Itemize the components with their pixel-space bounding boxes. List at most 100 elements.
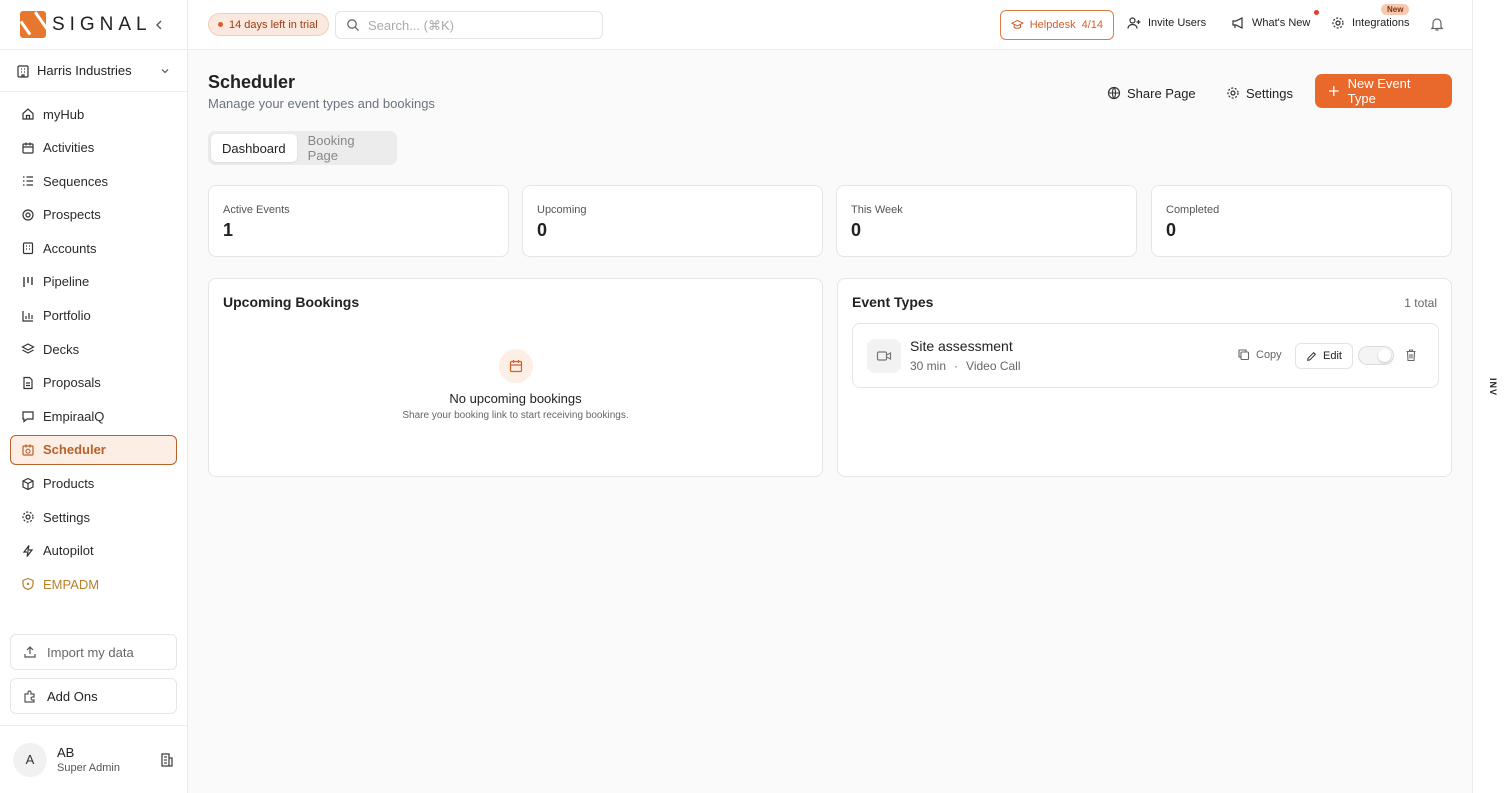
new-badge: New: [1381, 4, 1410, 15]
sidebar-item-empiraalq[interactable]: EmpiraalQ: [10, 401, 177, 431]
sidebar-item-label: Proposals: [43, 375, 101, 391]
trial-text: 14 days left in trial: [229, 18, 318, 31]
side-tab[interactable]: INV: [1488, 378, 1498, 396]
event-meta: 30 min · Video Call: [910, 359, 1021, 373]
user-meta: AB Super Admin: [57, 745, 120, 774]
building-icon: [17, 64, 29, 78]
share-page-button[interactable]: Share Page: [1107, 78, 1196, 108]
event-types-panel: Event Types 1 total Site assessment 30 m…: [837, 278, 1452, 477]
plus-icon: [1328, 86, 1339, 96]
event-type-card[interactable]: Site assessment 30 min · Video Call Copy…: [852, 323, 1439, 388]
sidebar-item-activities[interactable]: Activities: [10, 133, 177, 163]
sidebar-item-products[interactable]: Products: [10, 469, 177, 499]
search-icon: [347, 19, 359, 31]
package-icon: [22, 477, 34, 490]
edit-label: Edit: [1323, 350, 1342, 362]
helpdesk-label: Helpdesk: [1029, 19, 1076, 31]
toggle-knob: [1378, 349, 1391, 362]
sidebar-item-label: Activities: [43, 140, 95, 156]
sidebar-item-sequences[interactable]: Sequences: [10, 166, 177, 196]
user-profile[interactable]: A AB Super Admin: [0, 725, 188, 793]
pencil-icon: [1307, 351, 1316, 361]
sidebar-item-label: Settings: [43, 509, 90, 525]
right-side-strip: INV: [1472, 0, 1512, 793]
sidebar-item-pipeline[interactable]: Pipeline: [10, 267, 177, 297]
sidebar-item-myhub[interactable]: myHub: [10, 99, 177, 129]
search-input[interactable]: [368, 17, 588, 33]
event-active-toggle[interactable]: [1358, 346, 1394, 365]
edit-event-button[interactable]: Edit: [1295, 343, 1353, 369]
sidebar-item-label: Sequences: [43, 173, 109, 189]
copy-link-button[interactable]: Copy: [1237, 348, 1282, 361]
workspace-icon[interactable]: [159, 752, 175, 768]
trial-badge[interactable]: 14 days left in trial: [208, 13, 329, 36]
sidebar-item-label: Portfolio: [43, 308, 91, 324]
stat-value: 0: [1166, 220, 1177, 240]
sidebar-item-portfolio[interactable]: Portfolio: [10, 301, 177, 331]
sidebar-item-empadm[interactable]: EMPADM: [10, 569, 177, 599]
sidebar-item-autopilot[interactable]: Autopilot: [10, 536, 177, 566]
sidebar-item-decks[interactable]: Decks: [10, 334, 177, 364]
puzzle-icon: [24, 690, 35, 703]
helpdesk-count: 4/14: [1081, 19, 1103, 31]
sidebar-item-scheduler[interactable]: Scheduler: [10, 434, 177, 465]
panel-title: Upcoming Bookings: [223, 294, 360, 310]
stat-value: 1: [223, 220, 234, 240]
import-data-button[interactable]: Import my data: [10, 634, 177, 670]
megaphone-icon: [1232, 17, 1243, 29]
upcoming-bookings-panel: Upcoming Bookings No upcoming bookings S…: [208, 278, 823, 477]
video-icon: [867, 339, 901, 373]
upload-icon: [24, 646, 36, 658]
globe-icon: [1107, 86, 1121, 100]
tab-dashboard[interactable]: Dashboard: [211, 134, 297, 162]
stat-value: 0: [537, 220, 548, 240]
stat-label: This Week: [851, 204, 903, 216]
bar-chart-icon: [22, 310, 33, 322]
sidebar-nav: myHub Activities Sequences Prospects Acc…: [0, 92, 187, 599]
stat-value: 0: [851, 220, 862, 240]
signal-logo-icon: [20, 11, 46, 38]
stat-card-this-week: This Week 0: [836, 185, 1137, 257]
event-meta-separator: ·: [954, 359, 959, 373]
new-event-type-label: New Event Type: [1347, 76, 1411, 106]
gear-icon: [22, 511, 34, 523]
calendar-icon: [499, 349, 533, 383]
stat-card-completed: Completed 0: [1151, 185, 1452, 257]
sidebar-item-label: EmpiraalQ: [43, 408, 105, 424]
sidebar-item-label: Products: [43, 476, 95, 492]
user-plus-icon: [1127, 17, 1141, 29]
trial-dot-icon: [218, 22, 223, 27]
sidebar-item-label: Accounts: [43, 240, 97, 256]
home-icon: [22, 108, 34, 120]
page-subtitle: Manage your event types and bookings: [208, 96, 435, 111]
trash-icon[interactable]: [1404, 348, 1418, 362]
notification-dot-icon: [1314, 10, 1319, 15]
user-role: Super Admin: [57, 762, 120, 774]
tab-booking-page[interactable]: Booking Page: [297, 133, 394, 163]
empty-state-title: No upcoming bookings: [449, 391, 582, 406]
org-switcher[interactable]: Harris Industries: [0, 50, 187, 92]
sidebar-item-settings[interactable]: Settings: [10, 502, 177, 532]
add-ons-button[interactable]: Add Ons: [10, 678, 177, 714]
org-name: Harris Industries: [37, 63, 132, 78]
sidebar-item-proposals[interactable]: Proposals: [10, 368, 177, 398]
collapse-sidebar-icon[interactable]: [152, 17, 167, 33]
helpdesk-button[interactable]: Helpdesk 4/14: [1000, 10, 1114, 40]
integrations-button[interactable]: Integrations: [1331, 16, 1409, 30]
sidebar-item-label: Prospects: [43, 207, 101, 223]
invite-users-button[interactable]: Invite Users: [1127, 16, 1206, 30]
settings-button[interactable]: Settings: [1226, 78, 1293, 108]
sidebar-item-accounts[interactable]: Accounts: [10, 233, 177, 263]
new-event-type-button[interactable]: New Event Type: [1315, 74, 1452, 108]
message-icon: [22, 411, 34, 424]
bell-icon[interactable]: [1429, 16, 1445, 32]
calendar-clock-icon: [22, 444, 34, 456]
settings-label: Settings: [1246, 85, 1293, 101]
whats-new-button[interactable]: What's New: [1231, 16, 1310, 30]
kanban-icon: [23, 276, 33, 287]
stat-card-active-events: Active Events 1: [208, 185, 509, 257]
sidebar-item-prospects[interactable]: Prospects: [10, 200, 177, 230]
logo-row: SIGNAL: [0, 0, 187, 50]
sidebar-item-label: Autopilot: [43, 543, 94, 559]
search-box[interactable]: [335, 11, 603, 39]
